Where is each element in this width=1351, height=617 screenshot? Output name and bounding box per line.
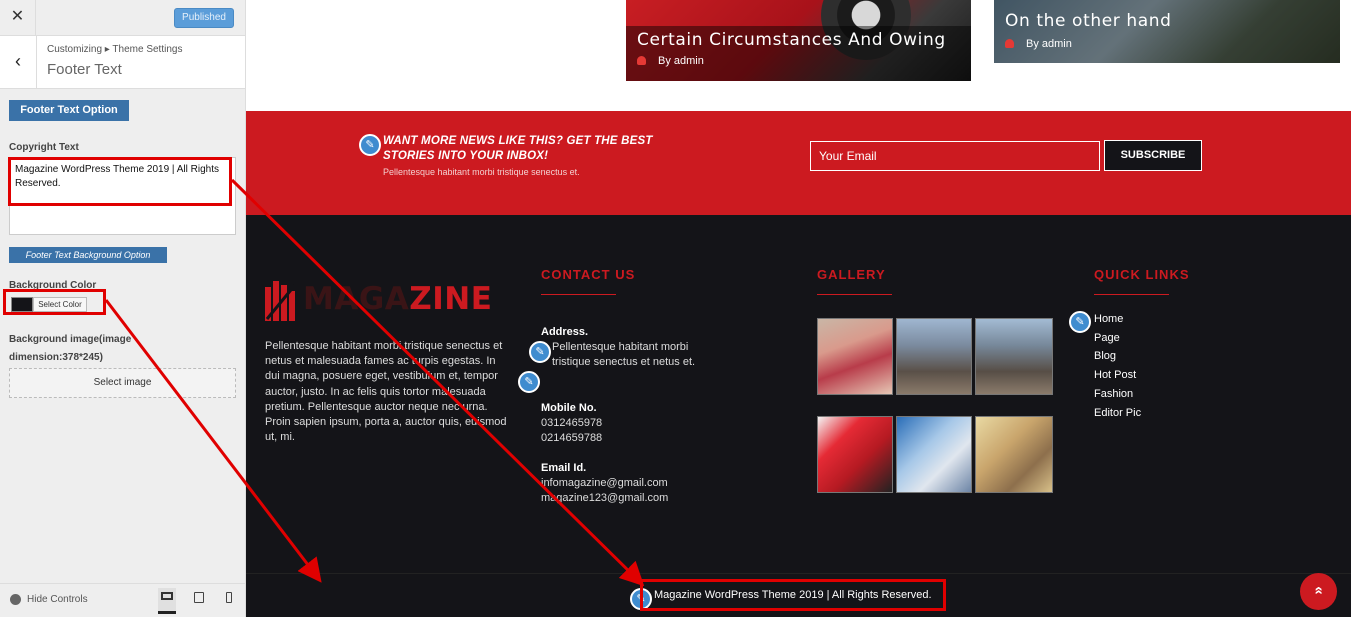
mobile-label: Mobile No. bbox=[541, 402, 597, 414]
gallery-heading-underline bbox=[817, 294, 892, 295]
quick-link-blog[interactable]: Blog bbox=[1094, 347, 1141, 366]
section-title: Footer Text bbox=[47, 61, 122, 78]
post-card[interactable]: Certain Circumstances And Owing By admin bbox=[626, 0, 971, 81]
contact-mobile: Mobile No. 0312465978 0214659788 bbox=[541, 401, 602, 446]
hide-controls-button[interactable]: Hide Controls bbox=[10, 594, 88, 605]
newsletter-section: ✎ WANT MORE NEWS LIKE THIS? GET THE BEST… bbox=[246, 111, 1351, 215]
edit-shortcut-pencil-icon[interactable]: ✎ bbox=[1069, 311, 1091, 333]
double-chevron-up-icon: » bbox=[1310, 586, 1327, 595]
email-label: Email Id. bbox=[541, 462, 587, 474]
select-image-button[interactable]: Select image bbox=[9, 368, 236, 398]
post-author: By admin bbox=[1005, 38, 1072, 50]
logo-text: MAGAZINE bbox=[303, 281, 492, 317]
footer-bg-option-button[interactable]: Footer Text Background Option bbox=[9, 247, 167, 263]
post-title[interactable]: Certain Circumstances And Owing bbox=[637, 30, 946, 50]
published-button[interactable]: Published bbox=[174, 8, 234, 28]
mobile-number: 0214659788 bbox=[541, 432, 603, 444]
mobile-icon bbox=[226, 592, 232, 603]
close-customizer-button[interactable]: ✕ bbox=[0, 0, 36, 36]
site-footer: MAGAZINE Pellentesque habitant morbi tri… bbox=[246, 215, 1351, 573]
address-label: Address. bbox=[541, 326, 589, 338]
chevron-left-icon: ‹ bbox=[15, 51, 21, 71]
contact-email: Email Id. infomagazine@gmail.com magazin… bbox=[541, 461, 668, 506]
user-icon bbox=[637, 56, 646, 65]
contact-address: Address. Pellentesque habitant morbi tri… bbox=[541, 325, 721, 370]
logo-text-dim: MAGA bbox=[303, 281, 410, 317]
contact-heading: CONTACT US bbox=[541, 267, 636, 282]
gallery-image-street[interactable] bbox=[896, 318, 972, 395]
mobile-number: 0312465978 bbox=[541, 417, 603, 429]
quick-link-editor-pic[interactable]: Editor Pic bbox=[1094, 404, 1141, 423]
newsletter-subtext: Pellentesque habitant morbi tristique se… bbox=[383, 167, 580, 177]
quick-link-home[interactable]: Home bbox=[1094, 310, 1141, 329]
gallery-image-car[interactable] bbox=[817, 416, 893, 493]
email-input[interactable] bbox=[810, 141, 1100, 171]
quick-links-heading: QUICK LINKS bbox=[1094, 267, 1190, 282]
annotation-highlight-copyright-field bbox=[8, 157, 232, 206]
address-value: Pellentesque habitant morbi tristique se… bbox=[552, 341, 696, 368]
mobile-preview-button[interactable] bbox=[220, 592, 238, 608]
gallery-image-friends[interactable] bbox=[975, 416, 1053, 493]
email-address[interactable]: infomagazine@gmail.com bbox=[541, 477, 668, 489]
gallery-heading: GALLERY bbox=[817, 267, 886, 282]
gallery-image-street[interactable] bbox=[975, 318, 1053, 395]
post-overlay bbox=[994, 0, 1340, 63]
quick-links-underline bbox=[1094, 294, 1169, 295]
newsletter-heading: WANT MORE NEWS LIKE THIS? GET THE BEST S… bbox=[383, 135, 653, 162]
user-icon bbox=[1005, 39, 1014, 48]
collapse-icon bbox=[10, 594, 21, 605]
post-author: By admin bbox=[637, 55, 704, 67]
quick-links-list: Home Page Blog Hot Post Fashion Editor P… bbox=[1094, 310, 1141, 422]
copyright-text-label: Copyright Text bbox=[9, 142, 79, 153]
subscribe-button[interactable]: SUBSCRIBE bbox=[1104, 140, 1202, 171]
post-author-name: By admin bbox=[1026, 38, 1072, 50]
footer-text-option-button[interactable]: Footer Text Option bbox=[9, 100, 129, 121]
scroll-to-top-button[interactable]: » bbox=[1300, 573, 1337, 610]
breadcrumb: Customizing ▸ Theme Settings bbox=[47, 44, 183, 55]
contact-heading-underline bbox=[541, 294, 616, 295]
quick-link-hot-post[interactable]: Hot Post bbox=[1094, 366, 1141, 385]
tablet-preview-button[interactable] bbox=[190, 592, 208, 608]
quick-link-page[interactable]: Page bbox=[1094, 329, 1141, 348]
footer-about-text: Pellentesque habitant morbi tristique se… bbox=[265, 340, 507, 444]
section-header: ‹ Customizing ▸ Theme Settings Footer Te… bbox=[0, 36, 245, 89]
background-image-label: Background image(image dimension:378*245… bbox=[9, 334, 132, 363]
email-address[interactable]: magazine123@gmail.com bbox=[541, 492, 668, 504]
desktop-preview-button[interactable] bbox=[158, 588, 176, 614]
logo-text-red: ZINE bbox=[409, 281, 493, 317]
gallery-image-yoga[interactable] bbox=[817, 318, 893, 395]
post-card[interactable]: On the other hand By admin bbox=[994, 0, 1340, 63]
annotation-highlight-footer-copyright bbox=[640, 579, 946, 611]
annotation-highlight-color-picker bbox=[3, 289, 106, 315]
desktop-icon bbox=[161, 592, 173, 600]
customizer-topbar: ✕ Published bbox=[0, 0, 245, 36]
hide-controls-label: Hide Controls bbox=[27, 594, 88, 606]
customizer-footer: Hide Controls bbox=[0, 583, 245, 617]
quick-link-fashion[interactable]: Fashion bbox=[1094, 385, 1141, 404]
back-button[interactable]: ‹ bbox=[0, 36, 37, 88]
logo-mark-icon bbox=[265, 281, 297, 321]
gallery-image-phone[interactable] bbox=[896, 416, 972, 493]
post-title[interactable]: On the other hand bbox=[1005, 11, 1172, 31]
post-author-name: By admin bbox=[658, 55, 704, 67]
site-preview: Certain Circumstances And Owing By admin… bbox=[246, 0, 1351, 617]
tablet-icon bbox=[194, 592, 204, 603]
edit-shortcut-pencil-icon[interactable]: ✎ bbox=[518, 371, 540, 393]
edit-shortcut-pencil-icon[interactable]: ✎ bbox=[359, 134, 381, 156]
